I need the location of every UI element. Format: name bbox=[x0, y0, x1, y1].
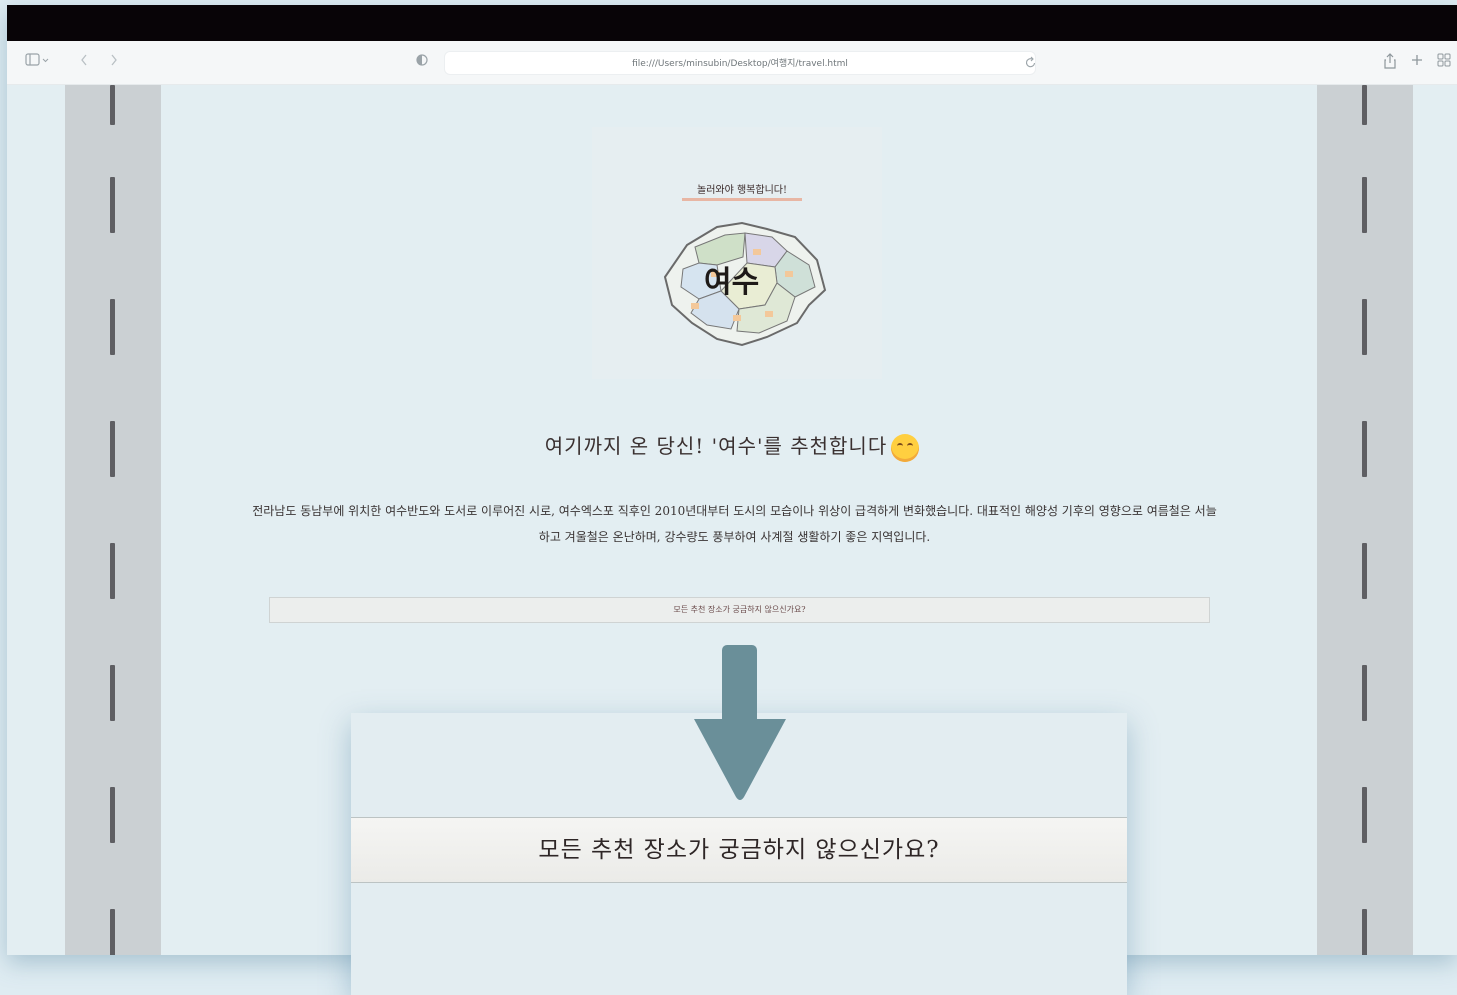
forward-icon[interactable] bbox=[109, 53, 119, 71]
window-titlebar bbox=[7, 5, 1457, 41]
sidebar-icon[interactable] bbox=[25, 53, 51, 71]
url-text: file:///Users/minsubin/Desktop/여행지/trave… bbox=[632, 59, 848, 69]
lane-mark bbox=[1362, 85, 1367, 125]
browser-toolbar: file:///Users/minsubin/Desktop/여행지/trave… bbox=[7, 41, 1457, 85]
screenshot-stage: file:///Users/minsubin/Desktop/여행지/trave… bbox=[0, 0, 1457, 995]
logo-banner-text: 놀러와야 행복합니다! bbox=[697, 185, 787, 196]
share-icon[interactable] bbox=[1383, 53, 1397, 71]
lane-mark bbox=[110, 787, 115, 843]
yeosu-map-logo: 놀러와야 행복합니다! 여수 bbox=[592, 127, 882, 379]
city-description: 전라남도 동남부에 위치한 여수반도와 도서로 이루어진 시로, 여수엑스포 직… bbox=[252, 504, 1217, 544]
page-heading-text: 여기까지 온 당신! '여수'를 추천합니다 bbox=[544, 434, 888, 458]
back-icon[interactable] bbox=[79, 53, 89, 71]
lane-mark bbox=[1362, 665, 1367, 721]
lane-mark bbox=[1362, 177, 1367, 233]
reload-icon[interactable] bbox=[1025, 55, 1037, 73]
lane-mark bbox=[110, 665, 115, 721]
lane-mark bbox=[110, 177, 115, 233]
lane-mark bbox=[1362, 909, 1367, 955]
plus-icon[interactable] bbox=[1410, 53, 1424, 71]
logo-word: 여수 bbox=[704, 265, 760, 300]
logo-banner: 놀러와야 행복합니다! bbox=[682, 179, 802, 201]
all-places-button[interactable]: 모든 추천 장소가 궁금하지 않으신가요? bbox=[269, 597, 1210, 623]
smiling-face-icon bbox=[891, 433, 920, 462]
down-arrow-icon bbox=[694, 645, 786, 800]
page-heading: 여기까지 온 당신! '여수'를 추천합니다 bbox=[7, 430, 1457, 462]
privacy-shield-icon[interactable] bbox=[415, 53, 429, 71]
lane-mark bbox=[1362, 543, 1367, 599]
lane-mark bbox=[110, 543, 115, 599]
road-left bbox=[65, 85, 161, 955]
lane-mark bbox=[1362, 299, 1367, 355]
tab-overview-icon[interactable] bbox=[1437, 53, 1451, 71]
lane-mark bbox=[110, 299, 115, 355]
all-places-button-zoomed[interactable]: 모든 추천 장소가 궁금하지 않으신가요? bbox=[351, 817, 1127, 883]
road-right bbox=[1317, 85, 1413, 955]
lane-mark bbox=[1362, 787, 1367, 843]
lane-mark bbox=[110, 909, 115, 955]
lane-mark bbox=[110, 85, 115, 125]
address-bar[interactable]: file:///Users/minsubin/Desktop/여행지/trave… bbox=[444, 51, 1036, 75]
